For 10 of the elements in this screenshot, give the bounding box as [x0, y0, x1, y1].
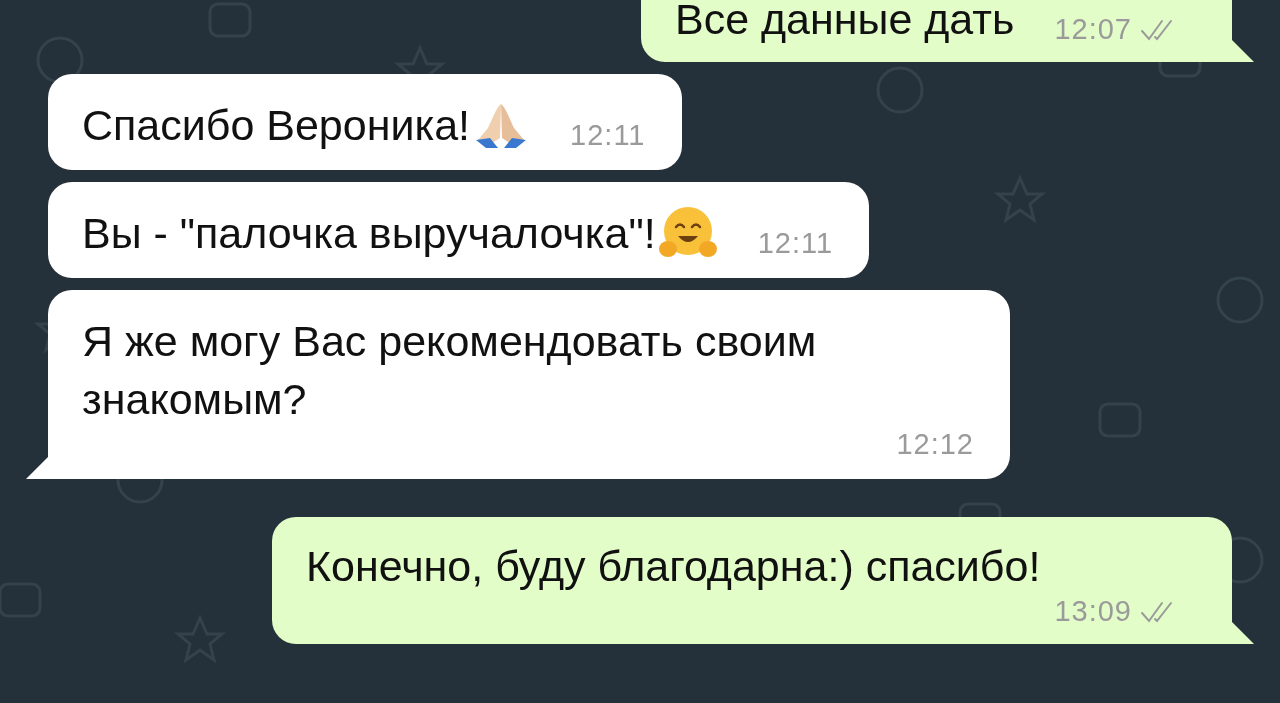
message-text: Конечно, буду благодарна:) спасибо! — [306, 541, 1041, 592]
message-time: 12:12 — [896, 428, 974, 461]
message-time: 13:09 — [1054, 595, 1132, 628]
message-time: 12:11 — [757, 227, 834, 260]
message-time: 12:07 — [1054, 13, 1132, 46]
message-text: Все данные дать — [674, 0, 1015, 45]
message-text: Вы - "палочка выручалочка"! — [82, 208, 656, 259]
message-time: 12:11 — [570, 119, 646, 152]
message-text: Я же могу Вас рекомендовать своим знакомым? — [82, 316, 818, 425]
message-text: Спасибо Вероника! — [82, 100, 471, 151]
